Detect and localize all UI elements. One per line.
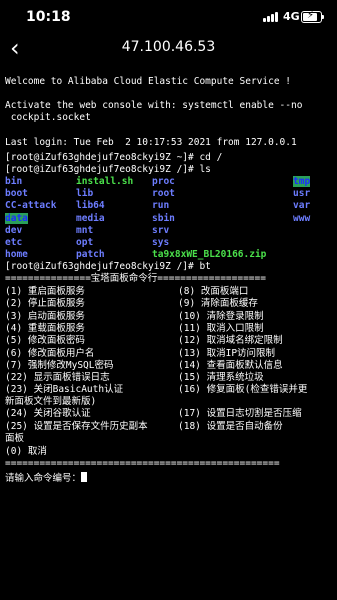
ls-entry: root [152,188,175,200]
menu-item: (23) 关闭BasicAuth认证 [5,384,124,396]
ls-entry: lib64 [76,200,105,212]
prompt-ls-line: [root@iZuf63ghdejuf7eo8ckyi9Z /]# ls [5,164,211,175]
text-cursor [81,472,88,482]
activate-line: Activate the web console with: systemctl… [5,100,303,111]
menu-item: (4) 重载面板服务 [5,322,85,334]
prompt-cd-line: [root@iZuf63ghdejuf7eo8ckyi9Z ~]# cd / [5,152,223,163]
ls-entry: etc [5,237,23,248]
welcome-line: Welcome to Alibaba Cloud Elastic Compute… [5,76,291,87]
menu-item: (2) 停止面板服务 [5,298,85,310]
ls-entry: srv [152,224,170,236]
activate-cont-line: cockpit.socket [5,112,91,123]
ls-entry: proc [152,176,175,187]
menu-item: (14) 查看面板默认信息 [178,359,283,371]
status-time: 10:18 [26,9,71,25]
menu-item-17: (17) 设置日志切割是否压缩 [178,408,302,419]
ls-entry: run [152,200,170,212]
ls-entry: media [76,212,105,224]
ls-entry: opt [76,237,94,248]
last-login-line: Last login: Tue Feb 2 10:17:53 2021 from… [5,137,297,148]
ls-entry: sys [152,237,170,248]
menu-item: (9) 清除面板缓存 [178,298,258,310]
terminal-output[interactable]: Welcome to Alibaba Cloud Elastic Compute… [0,74,337,600]
menu-item: (5) 修改面板密码 [5,335,85,347]
ls-entry: var [293,200,311,212]
menu-item: (13) 取消IP访问限制 [178,347,276,359]
nav-bar: ‹ 47.100.46.53 [0,34,337,66]
menu-item-25: (25) 设置是否保存文件历史副本 [5,421,148,432]
ls-entry: data [5,212,28,224]
signal-bars-icon [263,12,279,22]
ls-entry: lib [76,188,94,200]
ls-entry: ta9x8xWE_BL20166.zip [152,249,267,261]
ls-entry: www [293,212,311,224]
ls-entry: mnt [76,224,94,236]
menu-item: (3) 启动面板服务 [5,310,85,322]
menu-item: (11) 取消入口限制 [178,322,264,334]
menu-item-18: (18) 设置是否自动备份 [178,421,283,432]
menu-item-0: (0) 取消 [5,446,47,457]
ls-entry: home [5,249,28,261]
menu-item: (8) 改面板端口 [178,286,249,297]
ls-entry: CC-attack [5,200,57,212]
menu-item: (6) 修改面板用户名 [5,347,95,359]
ls-entry: patch [76,249,105,261]
ls-entry: usr [293,188,311,200]
menu-item: (10) 清除登录限制 [178,310,264,322]
menu-item: (12) 取消域名绑定限制 [178,335,283,347]
menu-header: ===============宝塔面板命令行==================… [5,273,266,284]
menu-wrap-line-2: 面板 [5,433,25,444]
ls-entry: tmp [293,176,311,187]
menu-item: (22) 显示面板错误日志 [5,372,110,384]
input-prompt: 请输入命令编号： [5,473,82,484]
menu-item: (15) 清理系统垃圾 [178,372,264,384]
menu-item-24: (24) 关闭谷歌认证 [5,408,91,419]
prompt-bt-line: [root@iZuf63ghdejuf7eo8ckyi9Z /]# bt [5,261,211,272]
ls-entry: bin [5,176,23,187]
status-bar: 10:18 4G ⚡ [0,0,337,34]
command-input-line[interactable]: 请输入命令编号： [5,472,88,484]
menu-item: (16) 修复面板(检查错误并更 [178,384,308,396]
ls-entry: dev [5,224,23,236]
menu-item: (7) 强制修改MySQL密码 [5,359,114,371]
network-type: 4G [283,10,300,23]
menu-wrap-line: 新面板文件到最新版) [5,396,97,407]
battery-charging-icon: ⚡ [301,10,324,23]
ls-entry: boot [5,188,28,200]
ls-entry: sbin [152,212,175,224]
menu-item: (1) 重启面板服务 [5,286,85,297]
page-title: 47.100.46.53 [121,39,216,55]
ls-entry: install.sh [76,176,134,187]
menu-footer: ========================================… [5,458,280,469]
